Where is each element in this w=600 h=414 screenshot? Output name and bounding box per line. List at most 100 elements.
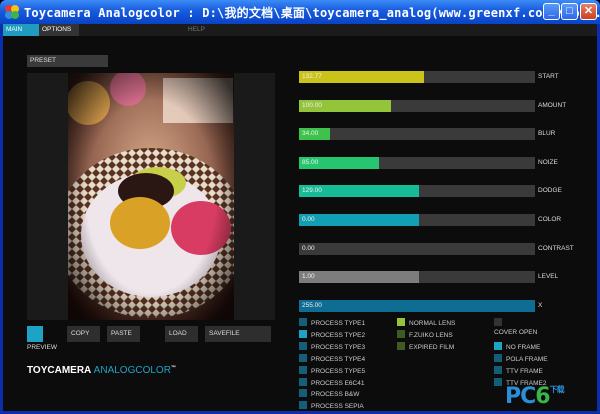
lens-option[interactable]: EXPIRED FILM <box>397 342 454 352</box>
lens-option[interactable]: F.ZUIKO LENS <box>397 330 453 340</box>
maximize-icon: □ <box>566 5 573 17</box>
tab-bar: MAIN OPTIONS HELP <box>3 24 597 36</box>
tab-main[interactable]: MAIN <box>3 24 39 36</box>
slider-contrast[interactable]: 0.00 <box>299 243 535 255</box>
slider-value: 0.00 <box>302 245 315 252</box>
option-checkbox[interactable] <box>494 366 502 374</box>
slider-blur[interactable]: 34.00 <box>299 128 535 140</box>
copy-button[interactable]: COPY <box>67 326 100 342</box>
process-type-option[interactable]: PROCESS TYPE4 <box>299 354 365 364</box>
watermark-p: P <box>505 384 521 409</box>
watermark-six: 6 <box>535 384 550 409</box>
slider-color[interactable]: 0.00 <box>299 214 535 226</box>
slider-label: CONTRAST <box>538 245 574 252</box>
slider-label: BLUR <box>538 130 556 137</box>
option-checkbox[interactable] <box>299 366 307 374</box>
process-type-option[interactable]: PROCESS TYPE5 <box>299 366 365 376</box>
minimize-button[interactable]: _ <box>543 3 560 20</box>
process-type-option[interactable]: PROCESS TYPE1 <box>299 318 365 328</box>
slider-label: COLOR <box>538 216 562 223</box>
slider-amount[interactable]: 100.00 <box>299 100 535 112</box>
process-type-option[interactable]: PROCESS TYPE3 <box>299 342 365 352</box>
lens-option[interactable]: NORMAL LENS <box>397 318 455 328</box>
preview-label: PREVIEW <box>27 344 57 351</box>
paste-button[interactable]: PASTE <box>107 326 140 342</box>
process-type-option[interactable]: PROCESS B&W <box>299 389 359 399</box>
minimize-icon: _ <box>548 5 555 17</box>
slider-dodge[interactable]: 129.00 <box>299 185 535 197</box>
preset-dropdown[interactable]: PRESET <box>27 55 108 67</box>
option-label: TTV FRAME <box>506 368 543 375</box>
option-label: NORMAL LENS <box>409 320 456 327</box>
tab-options[interactable]: OPTIONS <box>39 24 79 36</box>
savefile-button[interactable]: SAVEFILE <box>205 326 271 342</box>
slider-value: 100.00 <box>302 102 322 109</box>
slider-label: LEVEL <box>538 273 559 280</box>
slider-fill <box>299 214 419 226</box>
slider-label: X <box>538 302 543 309</box>
load-button[interactable]: LOAD <box>165 326 198 342</box>
logo-part2: ANALOGCOLOR <box>93 365 171 376</box>
option-label: PROCESS TYPE3 <box>311 344 366 351</box>
slider-label: NOIZE <box>538 159 558 166</box>
slider-x[interactable]: 255.00 <box>299 300 535 312</box>
tab-help[interactable]: HELP <box>185 24 215 36</box>
option-label: PROCESS B&W <box>311 391 360 398</box>
option-label: PROCESS TYPE5 <box>311 368 366 375</box>
option-label: PROCESS TYPE1 <box>311 320 366 327</box>
slider-value: 255.00 <box>302 302 322 309</box>
logo-tm: ™ <box>170 365 176 371</box>
close-icon: ✕ <box>583 5 594 17</box>
option-label: EXPIRED FILM <box>409 344 455 351</box>
slider-start[interactable]: 132.77 <box>299 71 535 83</box>
preview-area <box>27 73 275 320</box>
option-label: PROCESS SEPIA <box>311 403 364 410</box>
slider-fill <box>299 271 419 283</box>
option-label: PROCESS TYPE2 <box>311 332 366 339</box>
option-label: PROCESS TYPE4 <box>311 356 366 363</box>
cover-open-checkbox[interactable] <box>494 318 502 326</box>
option-checkbox[interactable] <box>299 354 307 362</box>
close-button[interactable]: ✕ <box>580 3 597 20</box>
slider-level[interactable]: 1.00 <box>299 271 535 283</box>
slider-value: 34.00 <box>302 130 319 137</box>
watermark-logo: PC6下载 <box>505 384 565 409</box>
process-type-option[interactable]: PROCESS E6C41 <box>299 378 364 388</box>
option-checkbox[interactable] <box>299 401 307 409</box>
option-label: NO FRAME <box>506 344 541 351</box>
slider-noize[interactable]: 85.00 <box>299 157 535 169</box>
option-checkbox[interactable] <box>397 318 405 326</box>
option-checkbox[interactable] <box>299 342 307 350</box>
slider-label: AMOUNT <box>538 102 567 109</box>
option-checkbox[interactable] <box>397 330 405 338</box>
title-bar[interactable]: Toycamera Analogcolor : D:\我的文档\桌面\toyca… <box>0 0 600 24</box>
option-checkbox[interactable] <box>494 354 502 362</box>
preview-toggle[interactable] <box>27 326 43 342</box>
watermark-c: C <box>520 384 536 409</box>
process-type-option[interactable]: PROCESS SEPIA <box>299 401 364 411</box>
maximize-button[interactable]: □ <box>561 3 578 20</box>
option-checkbox[interactable] <box>299 389 307 397</box>
slider-fill <box>299 300 535 312</box>
option-checkbox[interactable] <box>299 378 307 386</box>
slider-value: 129.00 <box>302 187 322 194</box>
option-checkbox[interactable] <box>299 318 307 326</box>
watermark-sub: 下载 <box>549 385 565 394</box>
process-type-option[interactable]: PROCESS TYPE2 <box>299 330 365 340</box>
slider-value: 0.00 <box>302 216 315 223</box>
option-checkbox[interactable] <box>494 378 502 386</box>
slider-label: START <box>538 73 559 80</box>
option-checkbox[interactable] <box>397 342 405 350</box>
option-checkbox[interactable] <box>299 330 307 338</box>
option-checkbox[interactable] <box>494 342 502 350</box>
app-logo: TOYCAMERA ANALOGCOLOR™ <box>27 365 176 376</box>
frame-option[interactable]: POLA FRAME <box>494 354 548 364</box>
preview-photo <box>68 73 234 320</box>
slider-value: 132.77 <box>302 73 322 80</box>
frame-option[interactable]: TTV FRAME <box>494 366 543 376</box>
app-icon <box>5 5 19 19</box>
cover-open-label: COVER OPEN <box>494 329 538 336</box>
option-label: PROCESS E6C41 <box>311 380 365 387</box>
frame-option[interactable]: NO FRAME <box>494 342 540 352</box>
slider-value: 1.00 <box>302 273 315 280</box>
